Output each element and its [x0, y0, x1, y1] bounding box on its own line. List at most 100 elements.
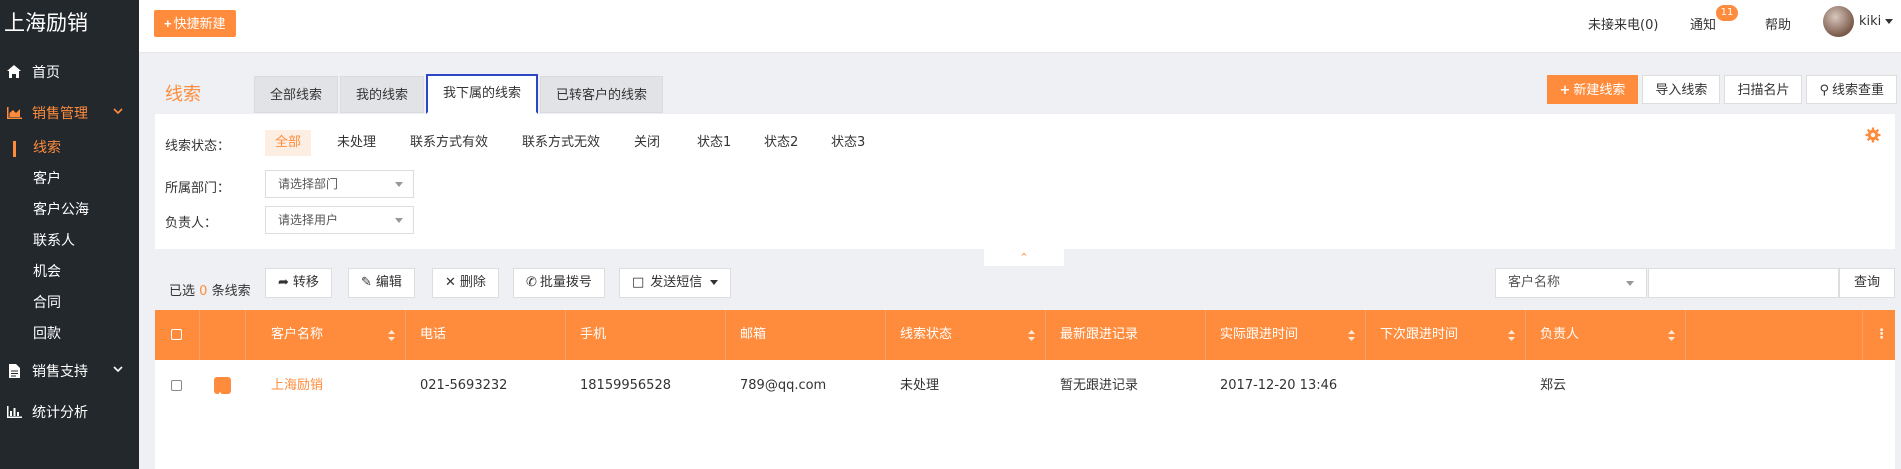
- home-icon: [6, 64, 22, 80]
- nav-sales-support[interactable]: 销售支持: [0, 350, 139, 391]
- table-header: 客户名称 电话 手机 邮箱 线索状态 最新跟进记录 实际跟进时间 下次跟进时间 …: [155, 310, 1895, 360]
- send-sms-button[interactable]: □ 发送短信: [619, 268, 732, 298]
- header-actual-time[interactable]: 实际跟进时间: [1206, 310, 1366, 360]
- delete-button[interactable]: ✕ 删除: [432, 268, 499, 298]
- status-option-1[interactable]: 状态1: [687, 130, 741, 156]
- batch-dial-button[interactable]: ✆ 批量拨号: [513, 268, 605, 298]
- sidebar-item-contacts[interactable]: 联系人: [0, 226, 139, 257]
- caret-down-icon: [1626, 281, 1634, 286]
- header-owner[interactable]: 负责人: [1526, 310, 1686, 360]
- status-option-valid[interactable]: 联系方式有效: [400, 130, 498, 156]
- quick-new-label: 快捷新建: [173, 16, 226, 31]
- status-option-2[interactable]: 状态2: [754, 130, 808, 156]
- new-lead-label: 新建线索: [1573, 83, 1626, 98]
- header-label: 下次跟进时间: [1380, 327, 1459, 342]
- phone-icon: ✆: [526, 275, 537, 290]
- chevron-up-icon: ⌃: [1019, 251, 1029, 264]
- status-option-3[interactable]: 状态3: [821, 130, 875, 156]
- quick-new-button[interactable]: + 快捷新建: [154, 10, 236, 37]
- user-menu[interactable]: kiki: [1859, 14, 1894, 29]
- header-next-time[interactable]: 下次跟进时间: [1366, 310, 1526, 360]
- tab-subordinate-leads[interactable]: 我下属的线索: [426, 74, 539, 114]
- owner-select-value: 请选择用户: [278, 213, 339, 227]
- brand-logo: 上海励销: [4, 11, 88, 35]
- chevron-down-icon: [113, 366, 123, 373]
- status-option-all[interactable]: 全部: [265, 130, 312, 156]
- header-status[interactable]: 线索状态: [886, 310, 1046, 360]
- header-label: 线索状态: [900, 327, 953, 342]
- status-option-unprocessed[interactable]: 未处理: [327, 130, 386, 156]
- share-icon: ➦: [278, 275, 289, 290]
- sidebar-item-contracts[interactable]: 合同: [0, 288, 139, 319]
- selected-count: 已选 0 条线索: [169, 280, 251, 299]
- header-phone: 电话: [406, 310, 566, 360]
- notifications-link[interactable]: 通知: [1690, 14, 1716, 33]
- tab-all-leads[interactable]: 全部线索: [254, 76, 339, 113]
- dept-select-value: 请选择部门: [278, 177, 339, 191]
- missed-calls-link[interactable]: 未接来电(0): [1588, 14, 1658, 33]
- sidebar-item-opportunities[interactable]: 机会: [0, 257, 139, 288]
- row-email: 789@qq.com: [740, 378, 827, 393]
- page-title: 线索: [165, 84, 201, 105]
- row-actual-time: 2017-12-20 13:46: [1220, 378, 1338, 393]
- tab-my-leads[interactable]: 我的线索: [340, 76, 425, 113]
- search-input[interactable]: [1648, 268, 1839, 298]
- dedupe-leads-label: 线索查重: [1831, 83, 1884, 98]
- header-label: 实际跟进时间: [1220, 327, 1299, 342]
- dept-filter-label: 所属部门：: [165, 181, 231, 196]
- sort-icon: [1028, 330, 1035, 341]
- row-latest-record: 暂无跟进记录: [1060, 378, 1139, 393]
- search-icon: ⚲: [1819, 83, 1829, 98]
- delete-label: 删除: [459, 275, 486, 290]
- row-customer-name[interactable]: 上海励销: [246, 360, 406, 412]
- select-all-checkbox[interactable]: [171, 329, 182, 340]
- nav-statistics[interactable]: 统计分析: [0, 391, 139, 432]
- table-row[interactable]: 上海励销 021-5693232 18159956528 789@qq.com …: [155, 360, 1895, 412]
- sidebar-item-leads[interactable]: 线索: [0, 133, 139, 164]
- owner-select[interactable]: 请选择用户: [265, 206, 414, 234]
- transfer-button[interactable]: ➦ 转移: [265, 268, 332, 298]
- dept-select[interactable]: 请选择部门: [265, 170, 414, 198]
- phone-icon[interactable]: [214, 377, 231, 402]
- import-leads-button[interactable]: 导入线索: [1642, 75, 1721, 104]
- gear-icon[interactable]: [1865, 127, 1881, 143]
- avatar[interactable]: [1823, 6, 1854, 37]
- row-checkbox-cell: [155, 360, 200, 412]
- help-link[interactable]: 帮助: [1765, 14, 1791, 33]
- caret-down-icon: [710, 280, 719, 285]
- dedupe-leads-button[interactable]: ⚲ 线索查重: [1806, 75, 1897, 104]
- page-actions: + 新建线索 导入线索 扫描名片 ⚲ 线索查重: [1543, 75, 1897, 104]
- nav-sales-management-label: 销售管理: [32, 105, 88, 122]
- collapse-filter-toggle[interactable]: ⌃: [984, 249, 1064, 266]
- sort-icon: [1508, 330, 1515, 341]
- more-columns-icon[interactable]: ⋮: [1863, 310, 1895, 360]
- nav-sales-management[interactable]: 销售管理: [0, 92, 139, 133]
- new-lead-button[interactable]: + 新建线索: [1546, 75, 1639, 104]
- sidebar-item-payments[interactable]: 回款: [0, 319, 139, 350]
- sidebar: 上海励销 首页 销售管理 线索 客户 客户公海 联系人 机会 合同 回款 销售支…: [0, 0, 139, 469]
- header-spacer: [200, 310, 246, 360]
- header-customer-name[interactable]: 客户名称: [246, 310, 406, 360]
- sidebar-item-public-pool[interactable]: 客户公海: [0, 195, 139, 226]
- row-call-cell: [200, 360, 246, 412]
- batch-dial-label: 批量拨号: [539, 275, 592, 290]
- nav-home[interactable]: 首页: [0, 51, 139, 92]
- sort-icon: [388, 330, 395, 341]
- search-field-select[interactable]: 客户名称: [1495, 268, 1647, 298]
- tab-converted-leads[interactable]: 已转客户的线索: [540, 76, 664, 113]
- header-label: 客户名称: [271, 327, 324, 342]
- row-checkbox[interactable]: [171, 380, 182, 391]
- scan-card-button[interactable]: 扫描名片: [1724, 75, 1803, 104]
- row-phone: 021-5693232: [420, 378, 508, 393]
- search-button[interactable]: 查询: [1839, 268, 1895, 298]
- transfer-label: 转移: [292, 275, 319, 290]
- status-option-invalid[interactable]: 联系方式无效: [512, 130, 610, 156]
- lead-tabs: 全部线索 我的线索 我下属的线索 已转客户的线索: [254, 74, 665, 114]
- bar-chart-icon: [6, 404, 22, 420]
- status-option-closed[interactable]: 关闭: [624, 130, 670, 156]
- sidebar-item-customers[interactable]: 客户: [0, 164, 139, 195]
- header-latest-record: 最新跟进记录: [1046, 310, 1206, 360]
- header-email: 邮箱: [726, 310, 886, 360]
- edit-button[interactable]: ✎ 编辑: [348, 268, 415, 298]
- row-status: 未处理: [900, 378, 940, 393]
